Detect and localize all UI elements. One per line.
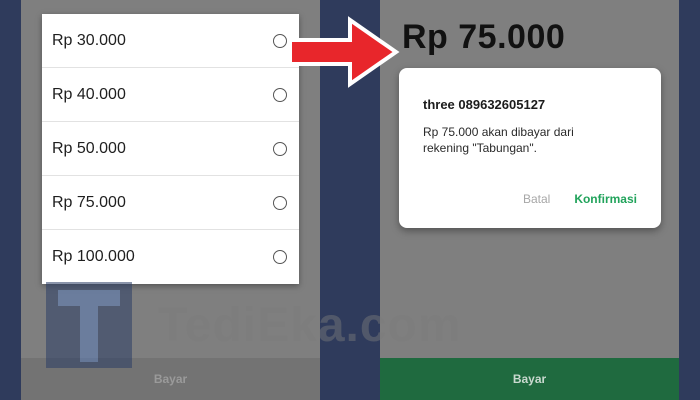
watermark-logo	[46, 282, 132, 368]
option-item[interactable]: Rp 30.000	[42, 14, 299, 68]
right-pay-button-label: Bayar	[512, 372, 547, 386]
option-item[interactable]: Rp 50.000	[42, 122, 299, 176]
confirm-dialog: three 089632605127 Rp 75.000 akan dibaya…	[399, 68, 661, 228]
radio-unchecked-icon[interactable]	[273, 250, 287, 264]
option-item[interactable]: Rp 40.000	[42, 68, 299, 122]
option-label: Rp 50.000	[52, 139, 126, 157]
dialog-actions: Batal Konfirmasi	[523, 192, 637, 206]
option-label: Rp 75.000	[52, 193, 126, 211]
option-label: Rp 30.000	[52, 31, 126, 49]
confirm-button[interactable]: Konfirmasi	[574, 192, 637, 206]
dialog-message: Rp 75.000 akan dibayar dari rekening "Ta…	[423, 125, 574, 155]
radio-unchecked-icon[interactable]	[273, 87, 287, 102]
radio-unchecked-icon[interactable]	[273, 33, 287, 48]
option-label: Rp 100.000	[52, 248, 135, 265]
dialog-title: three 089632605127	[423, 97, 546, 112]
radio-unchecked-icon[interactable]	[273, 141, 287, 156]
right-pay-button[interactable]: Bayar	[380, 358, 679, 400]
option-item[interactable]: Rp 100.000	[42, 230, 299, 284]
watermark-text: TediEka.com	[158, 299, 462, 352]
selected-amount: Rp 75.000	[402, 18, 566, 56]
option-label: Rp 40.000	[52, 85, 126, 103]
arrow-right-icon	[288, 16, 400, 88]
left-pay-button-label: Bayar	[153, 372, 188, 386]
cancel-button[interactable]: Batal	[523, 192, 550, 206]
amount-option-list: Rp 30.000 Rp 40.000 Rp 50.000 Rp 75.000 …	[42, 14, 299, 284]
radio-unchecked-icon[interactable]	[273, 195, 287, 210]
option-item[interactable]: Rp 75.000	[42, 176, 299, 230]
